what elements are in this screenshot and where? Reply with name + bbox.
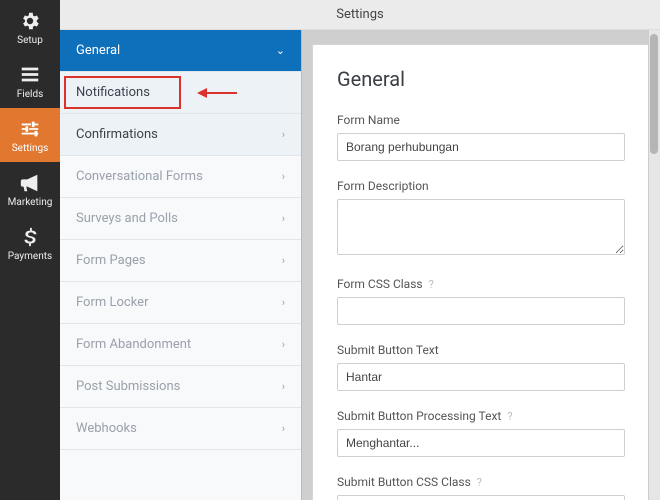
settings-item-label: Form Pages bbox=[76, 253, 146, 268]
settings-item-form-locker[interactable]: Form Locker › bbox=[60, 282, 301, 324]
scrollbar-thumb[interactable] bbox=[650, 34, 658, 154]
settings-item-form-abandonment[interactable]: Form Abandonment › bbox=[60, 324, 301, 366]
chevron-right-icon: › bbox=[282, 254, 285, 267]
settings-item-label: Surveys and Polls bbox=[76, 211, 178, 226]
settings-panel: General ⌄ Notifications Confirmations › … bbox=[60, 30, 302, 500]
gear-icon bbox=[19, 10, 41, 32]
settings-item-surveys-polls[interactable]: Surveys and Polls › bbox=[60, 198, 301, 240]
page-title: Settings bbox=[336, 7, 383, 22]
scrollbar-track[interactable] bbox=[648, 30, 660, 500]
nav-settings[interactable]: Settings bbox=[0, 108, 60, 162]
nav-fields[interactable]: Fields bbox=[0, 54, 60, 108]
form-description-input[interactable] bbox=[337, 199, 625, 255]
settings-item-webhooks[interactable]: Webhooks › bbox=[60, 408, 301, 450]
settings-item-label: Confirmations bbox=[76, 127, 158, 142]
nav-label: Setup bbox=[17, 35, 43, 46]
bullhorn-icon bbox=[19, 172, 41, 194]
settings-item-form-pages[interactable]: Form Pages › bbox=[60, 240, 301, 282]
nav-label: Marketing bbox=[8, 197, 53, 208]
settings-item-label: Form Abandonment bbox=[76, 337, 191, 352]
chevron-right-icon: › bbox=[282, 170, 285, 183]
settings-item-label: Form Locker bbox=[76, 295, 148, 310]
settings-header-label: General bbox=[76, 43, 120, 58]
help-icon[interactable]: ? bbox=[477, 476, 482, 489]
chevron-right-icon: › bbox=[282, 422, 285, 435]
chevron-right-icon: › bbox=[282, 296, 285, 309]
submit-processing-text-input[interactable] bbox=[337, 429, 625, 457]
fields-icon bbox=[19, 64, 41, 86]
submit-button-text-input[interactable] bbox=[337, 363, 625, 391]
form-content: General Form Name Form Description Form … bbox=[302, 30, 660, 500]
nav-payments[interactable]: Payments bbox=[0, 216, 60, 270]
nav-rail: Setup Fields Settings Marketing Payments bbox=[0, 0, 60, 500]
chevron-right-icon: › bbox=[282, 128, 285, 141]
settings-item-label: Post Submissions bbox=[76, 379, 180, 394]
form-name-label: Form Name bbox=[337, 113, 625, 127]
help-icon[interactable]: ? bbox=[507, 410, 512, 423]
dollar-icon bbox=[19, 226, 41, 248]
submit-button-css-class-input[interactable] bbox=[337, 495, 625, 500]
field-submit-processing-text: Submit Button Processing Text ? bbox=[337, 409, 625, 457]
field-form-css-class: Form CSS Class ? bbox=[337, 277, 625, 325]
chevron-right-icon: › bbox=[282, 212, 285, 225]
help-icon[interactable]: ? bbox=[429, 278, 434, 291]
form-heading: General bbox=[337, 67, 625, 91]
field-form-name: Form Name bbox=[337, 113, 625, 161]
settings-item-label: Webhooks bbox=[76, 421, 137, 436]
submit-button-css-class-label: Submit Button CSS Class bbox=[337, 475, 471, 489]
settings-item-conversational-forms[interactable]: Conversational Forms › bbox=[60, 156, 301, 198]
chevron-right-icon: › bbox=[282, 338, 285, 351]
field-submit-button-text: Submit Button Text bbox=[337, 343, 625, 391]
settings-item-notifications[interactable]: Notifications bbox=[60, 72, 301, 114]
settings-item-label: Notifications bbox=[76, 85, 150, 100]
nav-setup[interactable]: Setup bbox=[0, 0, 60, 54]
form-description-label: Form Description bbox=[337, 179, 625, 193]
form-css-class-input[interactable] bbox=[337, 297, 625, 325]
chevron-down-icon: ⌄ bbox=[276, 44, 285, 57]
arrow-left-icon bbox=[197, 86, 237, 100]
form-card: General Form Name Form Description Form … bbox=[312, 44, 650, 500]
settings-header-general[interactable]: General ⌄ bbox=[60, 30, 301, 72]
field-form-description: Form Description bbox=[337, 179, 625, 259]
sliders-icon bbox=[19, 118, 41, 140]
nav-label: Fields bbox=[17, 89, 44, 100]
nav-label: Settings bbox=[12, 143, 49, 154]
topbar: Settings bbox=[60, 0, 660, 30]
chevron-right-icon: › bbox=[282, 380, 285, 393]
settings-item-post-submissions[interactable]: Post Submissions › bbox=[60, 366, 301, 408]
nav-label: Payments bbox=[8, 251, 52, 262]
form-name-input[interactable] bbox=[337, 133, 625, 161]
submit-processing-text-label: Submit Button Processing Text bbox=[337, 409, 501, 423]
settings-item-label: Conversational Forms bbox=[76, 169, 203, 184]
nav-marketing[interactable]: Marketing bbox=[0, 162, 60, 216]
settings-item-confirmations[interactable]: Confirmations › bbox=[60, 114, 301, 156]
submit-button-text-label: Submit Button Text bbox=[337, 343, 625, 357]
field-submit-button-css-class: Submit Button CSS Class ? bbox=[337, 475, 625, 500]
form-css-class-label: Form CSS Class bbox=[337, 277, 423, 291]
